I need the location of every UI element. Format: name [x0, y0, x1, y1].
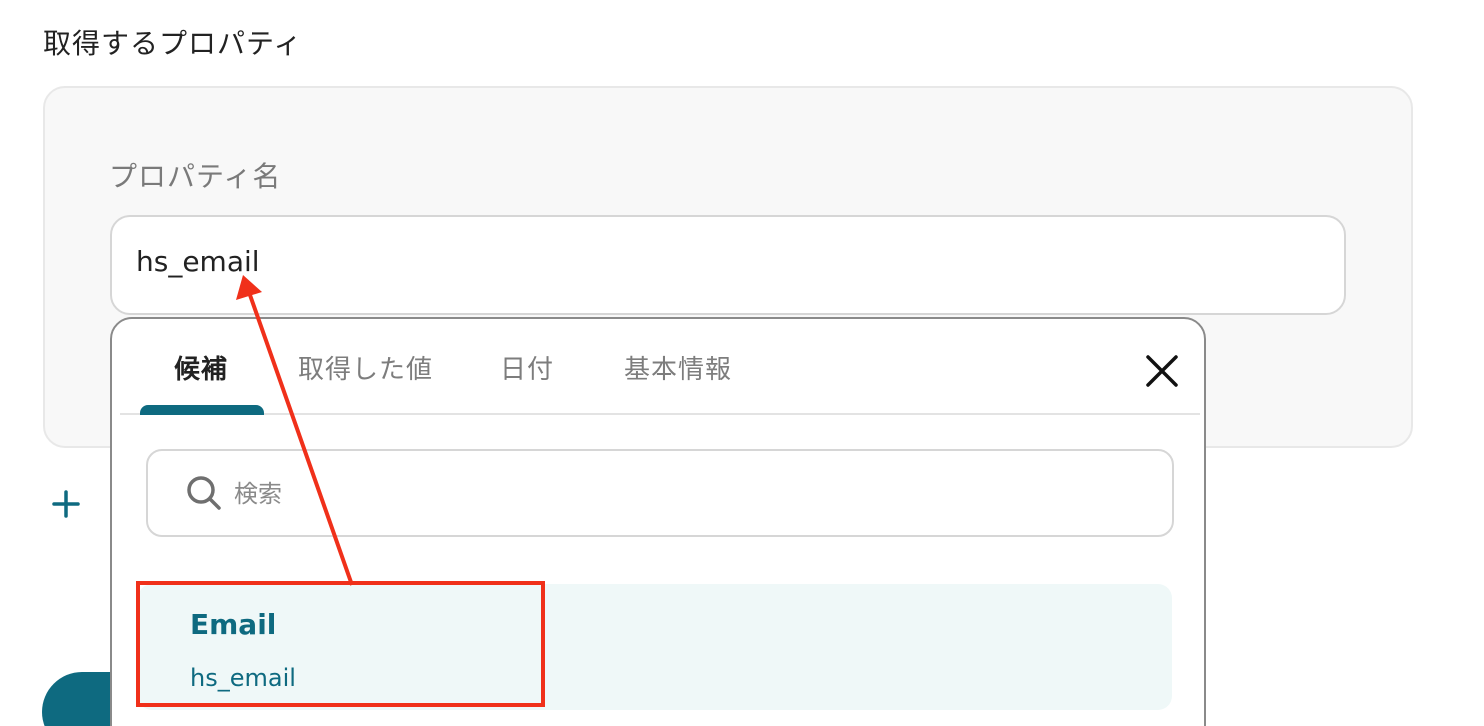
tab-bar: 候補 取得した値 日付 基本情報	[120, 319, 1200, 415]
search-input[interactable]	[232, 465, 1136, 523]
property-name-input[interactable]: hs_email	[110, 215, 1346, 315]
tab-date[interactable]: 日付	[500, 349, 554, 386]
search-box	[146, 449, 1174, 537]
tab-candidates[interactable]: 候補	[174, 349, 228, 386]
close-button[interactable]	[1140, 349, 1184, 393]
add-property-button[interactable]	[46, 484, 86, 524]
close-icon	[1146, 355, 1178, 387]
tab-basic-info[interactable]: 基本情報	[624, 349, 732, 386]
section-title: 取得するプロパティ	[43, 27, 303, 60]
property-name-label: プロパティ名	[109, 160, 282, 193]
suggestion-title: Email	[190, 608, 277, 641]
plus-icon	[52, 490, 80, 518]
suggestion-subtitle: hs_email	[190, 664, 296, 692]
tab-retrieved-values[interactable]: 取得した値	[298, 349, 433, 386]
suggestion-item-email[interactable]: Email hs_email	[138, 584, 1172, 710]
suggestion-dropdown: 候補 取得した値 日付 基本情報 Email hs_email	[110, 317, 1206, 726]
search-icon	[187, 476, 221, 510]
active-tab-indicator	[140, 405, 264, 415]
